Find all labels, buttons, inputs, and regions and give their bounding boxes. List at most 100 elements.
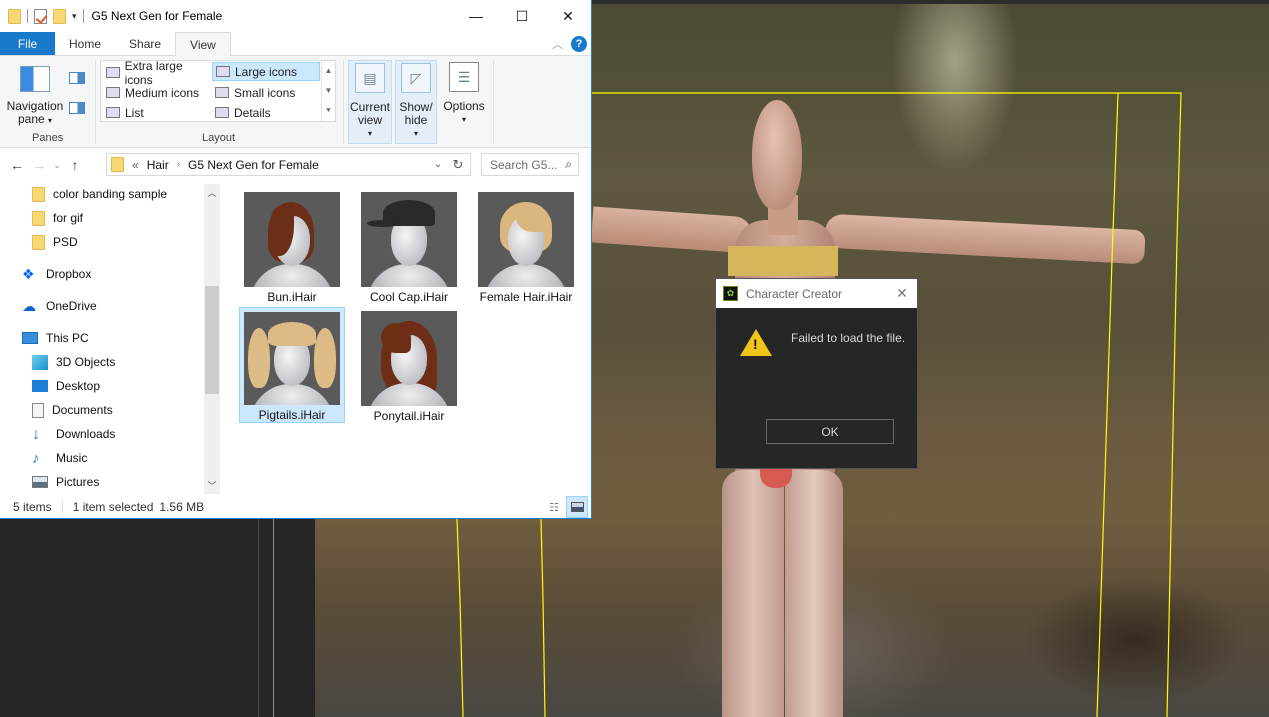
current-view-icon: ▤ [355,63,385,93]
expand-gallery-icon[interactable]: ⯆ [325,106,331,116]
hair-shape [268,322,316,346]
minimize-icon: — [469,8,483,24]
preview-pane-icon[interactable] [69,72,85,84]
layout-large-icons[interactable]: Large icons [212,62,320,81]
error-dialog[interactable]: ✿ Character Creator ✕ ! Failed to load t… [715,278,918,469]
address-dropdown-icon[interactable]: ⌄ [428,159,448,170]
file-item-selected[interactable]: Pigtails.iHair [239,307,345,423]
forward-button[interactable]: → [28,157,50,173]
large-icons-view-button[interactable] [566,496,588,518]
nav-item-pictures[interactable]: Pictures [32,471,99,493]
customize-toolbar-icon[interactable]: ▾ [72,11,77,22]
details-view-button[interactable]: ☷ [543,496,565,518]
properties-icon[interactable] [34,8,47,24]
chevron-down-icon: ▾ [413,129,418,138]
dialog-title-bar[interactable]: ✿ Character Creator ✕ [716,279,917,308]
title-bar[interactable]: ▾ G5 Next Gen for Female — ☐ ✕ [0,0,591,32]
minimize-ribbon-icon[interactable]: ︿ [552,36,563,52]
hair-thumbnail [361,311,457,406]
layout-gallery-scroll[interactable]: ▲ ▼ ⯆ [321,61,335,121]
minimize-button[interactable]: — [453,0,499,32]
scroll-down-icon[interactable]: ▼ [325,86,333,95]
folder-icon [32,210,45,226]
layout-small-icons[interactable]: Small icons [212,83,320,102]
scroll-down-icon[interactable]: ﹀ [204,479,220,492]
nav-item-this-pc[interactable]: This PC [22,327,89,349]
window-title: G5 Next Gen for Female [91,9,223,23]
layout-option-label: Large icons [235,64,298,79]
nav-item-documents[interactable]: Documents [32,399,113,421]
tab-view[interactable]: View [175,32,231,56]
layout-details[interactable]: Details [212,103,320,122]
hair-thumbnail [244,192,340,287]
layout-list[interactable]: List [103,103,211,122]
file-item[interactable]: Cool Cap.iHair [356,188,462,304]
close-button[interactable]: ✕ [545,0,591,32]
show-hide-button[interactable]: ◸ Show/ hide ▾ [395,60,437,144]
scroll-up-icon[interactable]: ︿ [204,186,220,199]
layout-extra-large-icons[interactable]: Extra large icons [103,59,211,87]
panel-divider [273,519,274,717]
hair-shape [314,328,336,388]
up-button[interactable]: ↑ [64,157,86,173]
recent-locations-button[interactable]: ⌄ [50,160,64,171]
character-creator-logo-icon: ✿ [723,286,738,301]
navigation-pane-button[interactable]: Navigation pane ▾ [6,100,64,127]
dropbox-icon: ❖ [22,265,35,282]
nav-item-dropbox[interactable]: ❖ Dropbox [22,263,91,285]
breadcrumb-current[interactable]: G5 Next Gen for Female [188,158,319,172]
nav-item-psd[interactable]: PSD [32,231,78,253]
nav-pane-scrollbar[interactable]: ︿ ﹀ [204,184,220,494]
current-view-button[interactable]: ▤ Current view ▾ [348,60,392,144]
selection-size: 1.56 MB [159,500,205,514]
address-overflow[interactable]: « [132,158,139,172]
warning-icon: ! [740,329,772,356]
maximize-button[interactable]: ☐ [499,0,545,32]
details-pane-icon[interactable] [69,102,85,114]
new-folder-icon[interactable] [53,8,66,24]
file-item[interactable]: Ponytail.iHair [356,307,462,423]
navigation-pane-icon[interactable] [20,66,50,92]
separator [27,9,28,23]
nav-item-downloads[interactable]: ↓ Downloads [32,423,115,445]
file-name: Bun.iHair [267,290,317,304]
back-button[interactable]: ← [6,157,28,173]
nav-item-color-banding-sample[interactable]: color banding sample [32,183,167,205]
breadcrumb-separator-icon[interactable]: › [177,159,180,170]
layout-option-label: List [125,105,144,120]
help-icon[interactable]: ? [571,35,587,52]
scrollbar-thumb[interactable] [205,286,219,394]
small-icons-icon [215,87,229,98]
dialog-close-icon[interactable]: ✕ [887,285,917,302]
file-explorer-window[interactable]: ▾ G5 Next Gen for Female — ☐ ✕ File Home… [0,0,592,519]
layout-option-label: Small icons [234,85,296,100]
options-button[interactable]: ☰ Options ▾ [441,60,487,144]
file-item[interactable]: Bun.iHair [239,188,345,304]
search-input[interactable]: Search G5... ⌕ [481,153,579,176]
group-separator [493,60,494,144]
group-label-layout: Layout [202,132,236,144]
hair-thumbnail [244,312,340,405]
ok-button[interactable]: OK [766,419,894,444]
file-item[interactable]: Female Hair.iHair [473,188,579,304]
layout-gallery: Extra large icons Large icons Medium ico… [100,59,336,122]
nav-item-onedrive[interactable]: ☁ OneDrive [22,295,97,317]
breadcrumb-hair[interactable]: Hair [147,158,169,172]
tab-share[interactable]: Share [115,32,175,55]
nav-item-3d-objects[interactable]: 3D Objects [32,351,115,373]
tab-home[interactable]: Home [55,32,115,55]
shoulders-shape [250,264,334,287]
tab-file[interactable]: File [0,32,55,55]
nav-item-for-gif[interactable]: for gif [32,207,83,229]
nav-item-music[interactable]: ♪ Music [32,447,87,469]
scroll-up-icon[interactable]: ▲ [325,66,333,75]
maximize-icon: ☐ [515,7,529,24]
details-icon [215,107,229,118]
nav-item-desktop[interactable]: Desktop [32,375,100,397]
address-bar[interactable]: « Hair › G5 Next Gen for Female ⌄ [106,153,471,176]
file-name: Cool Cap.iHair [369,290,449,304]
folder-icon [111,157,124,172]
layout-medium-icons[interactable]: Medium icons [103,83,211,102]
navigation-pane: color banding sample for gif PSD ❖ Dropbo… [0,182,222,496]
refresh-button[interactable]: ↻ [448,153,468,176]
